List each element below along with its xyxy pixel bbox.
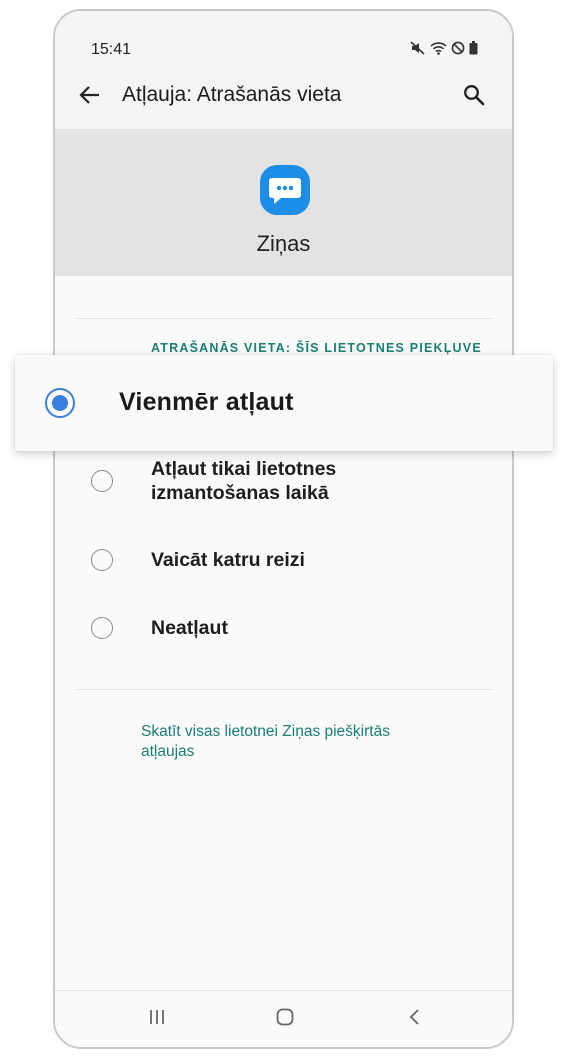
page-title: Atļauja: Atrašanās vieta: [122, 83, 342, 106]
wifi-icon: [430, 41, 447, 55]
divider-bottom: [76, 689, 493, 690]
option-ask-every-time[interactable]: Vaicāt katru reizi: [55, 541, 512, 581]
do-not-disturb-icon: [451, 41, 465, 55]
link-line2: atļaujas: [141, 743, 195, 760]
search-button[interactable]: [458, 81, 490, 113]
recent-apps-button[interactable]: [141, 1003, 173, 1035]
status-icons: [410, 41, 478, 55]
option-label-always-allow: Vienmēr atļaut: [119, 388, 294, 416]
section-label: ATRAŠANĀS VIETA: ŠĪS LIETOTNES PIEKĻUVE: [151, 341, 482, 355]
phone-frame: 15:41 Atļauja: Atrašanās vieta Ziņas ATR…: [53, 9, 514, 1049]
back-icon: [405, 1007, 425, 1032]
option-always-allow[interactable]: Vienmēr atļaut: [15, 355, 553, 451]
battery-icon: [469, 41, 478, 55]
option-label-allow-while-using: Atļaut tikai lietotnes izmantošanas laik…: [151, 457, 336, 505]
arrow-left-icon: [78, 85, 100, 110]
app-header: Ziņas: [55, 129, 512, 276]
app-name: Ziņas: [256, 231, 311, 256]
nav-back-button[interactable]: [399, 1003, 431, 1035]
search-icon: [463, 84, 485, 111]
radio-selected-dot: [52, 395, 68, 411]
option-label-deny: Neatļaut: [151, 617, 228, 639]
divider-top: [76, 318, 493, 319]
recent-apps-icon: [147, 1007, 167, 1032]
option-deny[interactable]: Neatļaut: [55, 609, 512, 649]
radio-deny[interactable]: [91, 617, 113, 639]
app-bar: Atļauja: Atrašanās vieta: [55, 61, 512, 129]
status-time: 15:41: [91, 41, 132, 58]
radio-always-allow[interactable]: [45, 388, 75, 418]
mute-icon: [410, 41, 426, 55]
option-allow-while-using[interactable]: Atļaut tikai lietotnes izmantošanas laik…: [55, 455, 512, 515]
home-button[interactable]: [269, 1003, 301, 1035]
link-line1: Skatīt visas lietotnei Ziņas piešķirtās: [141, 723, 390, 740]
see-all-permissions-link[interactable]: Skatīt visas lietotnei Ziņas piešķirtās …: [141, 722, 441, 762]
back-button[interactable]: [73, 81, 105, 113]
radio-allow-while-using[interactable]: [91, 470, 113, 492]
radio-ask-every-time[interactable]: [91, 549, 113, 571]
option-label-line2: izmantošanas laikā: [151, 482, 329, 504]
option-label-line1: Atļaut tikai lietotnes: [151, 458, 337, 480]
chat-bubble-icon: [260, 165, 310, 215]
navigation-bar: [55, 990, 512, 1047]
status-bar: 15:41: [55, 11, 512, 61]
option-label-ask-every-time: Vaicāt katru reizi: [151, 549, 305, 571]
home-icon: [275, 1007, 295, 1032]
